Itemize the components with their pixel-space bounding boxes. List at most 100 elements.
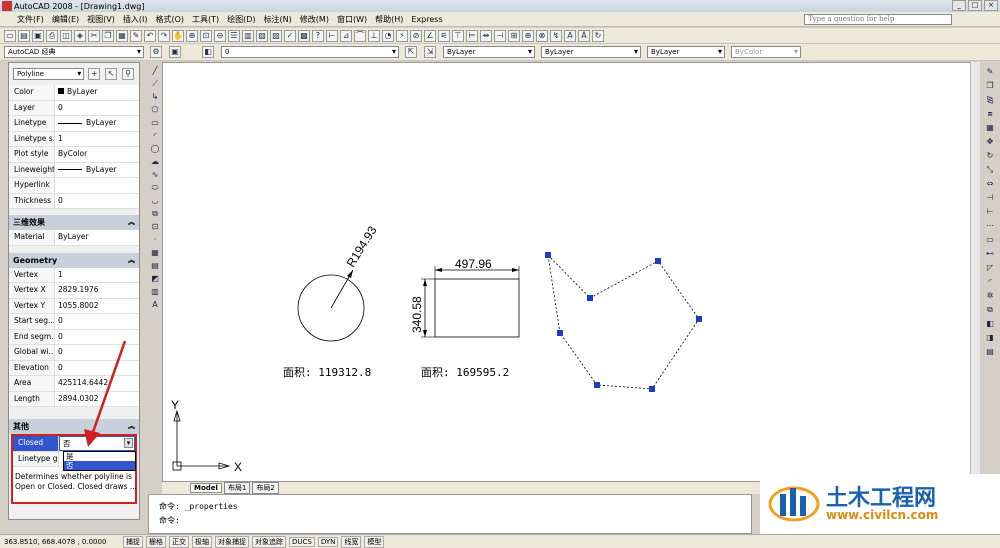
grip-7[interactable] — [557, 330, 563, 336]
grip-5[interactable] — [649, 386, 655, 392]
grip-1[interactable] — [545, 252, 551, 258]
model-toggle[interactable]: 模型 — [364, 535, 385, 548]
dim-baseline-icon[interactable]: ⊤ — [452, 30, 464, 42]
open-icon[interactable]: ▤ — [18, 30, 30, 42]
minimize-button[interactable]: _ — [952, 0, 966, 11]
select-objects-icon[interactable]: ↖ — [105, 68, 118, 80]
maximize-button[interactable]: □ — [968, 0, 982, 11]
workspace-select[interactable]: AutoCAD 经典 — [4, 46, 144, 58]
array-icon[interactable]: ▦ — [984, 122, 996, 134]
point-icon[interactable]: · — [150, 235, 161, 246]
quick-select-icon[interactable]: ⚲ — [122, 68, 134, 80]
prop-row-linetype-scale[interactable]: Linetype s...1 — [9, 131, 139, 147]
vertical-scrollbar[interactable] — [970, 62, 980, 482]
rectangle-icon[interactable]: ▭ — [150, 118, 161, 129]
ducs-toggle[interactable]: DUCS — [289, 536, 315, 547]
plotstyle-select[interactable]: ByColor — [731, 46, 801, 58]
selected-polyline[interactable] — [547, 253, 700, 390]
dyn-toggle[interactable]: DYN — [317, 536, 339, 547]
bring-front-icon[interactable]: ◧ — [984, 318, 996, 330]
prop-row-start-segment[interactable]: Start seg... 0 — [9, 314, 139, 330]
save-icon[interactable]: ▣ — [32, 30, 44, 42]
prop-row-layer[interactable]: Layer 0 — [9, 100, 139, 116]
prop-row-linetype[interactable]: Linetype ByLayer — [9, 116, 139, 132]
revision-cloud-icon[interactable]: ☁ — [150, 157, 161, 168]
fillet-icon[interactable]: ◜ — [984, 276, 996, 288]
scale-icon[interactable]: ⤡ — [984, 164, 996, 176]
extend-icon[interactable]: ⊢ — [984, 206, 996, 218]
workspace-save-icon[interactable]: ▣ — [169, 46, 181, 58]
mirror-icon[interactable]: ⧎ — [984, 94, 996, 106]
zoom-window-icon[interactable]: ⊡ — [200, 30, 212, 42]
menu-dimension[interactable]: 标注(N) — [263, 14, 293, 25]
match-icon[interactable]: ✎ — [130, 30, 142, 42]
section-geometry[interactable]: Geometry — [9, 252, 139, 268]
rotate-icon[interactable]: ↻ — [984, 150, 996, 162]
help-search-input[interactable]: Type a question for help — [804, 14, 952, 25]
prop-row-plot-style[interactable]: Plot style ByColor — [9, 147, 139, 163]
plot-icon[interactable]: ⎙ — [46, 30, 58, 42]
center-mark-icon[interactable]: ⊕ — [522, 30, 534, 42]
grid-toggle[interactable]: 栅格 — [146, 535, 166, 548]
dropdown-option-no[interactable]: 否 — [64, 461, 135, 470]
polyline-icon[interactable]: ↳ — [150, 92, 161, 103]
send-back-icon[interactable]: ◨ — [984, 332, 996, 344]
dim-update-icon[interactable]: ↻ — [592, 30, 604, 42]
menu-view[interactable]: 视图(V) — [86, 14, 116, 25]
undo-icon[interactable]: ↶ — [144, 30, 156, 42]
polar-toggle[interactable]: 极轴 — [192, 535, 212, 548]
ellipse-arc-icon[interactable]: ◡ — [150, 196, 161, 207]
menu-format[interactable]: 格式(O) — [154, 14, 185, 25]
tolerance-icon[interactable]: ⊞ — [508, 30, 520, 42]
prop-row-lineweight[interactable]: Lineweight ByLayer — [9, 162, 139, 178]
zoom-previous-icon[interactable]: ⊖ — [214, 30, 226, 42]
prop-row-vertex[interactable]: Vertex 1 — [9, 267, 139, 283]
circle-icon[interactable]: ◯ — [150, 144, 161, 155]
prop-row-thickness[interactable]: Thickness 0 — [9, 193, 139, 209]
dim-diameter-icon[interactable]: ⊘ — [410, 30, 422, 42]
menu-file[interactable]: 文件(F) — [16, 14, 45, 25]
toggle-pickadd-icon[interactable]: + — [88, 68, 101, 80]
prop-row-color[interactable]: Color ByLayer — [9, 85, 139, 101]
snap-toggle[interactable]: 捕捉 — [123, 535, 143, 548]
gradient-icon[interactable]: ▤ — [150, 261, 161, 272]
insert-block-icon[interactable]: ⧉ — [150, 209, 161, 220]
tool-palettes-icon[interactable]: ▧ — [256, 30, 268, 42]
menu-window[interactable]: 窗口(W) — [336, 14, 368, 25]
draworder-icon[interactable]: ⧉ — [984, 304, 996, 316]
region-icon[interactable]: ◩ — [150, 274, 161, 285]
tab-layout2[interactable]: 布局2 — [252, 482, 279, 494]
design-center-icon[interactable]: ▥ — [242, 30, 254, 42]
menu-express[interactable]: Express — [410, 15, 443, 24]
layer-manager-icon[interactable]: ◧ — [202, 46, 214, 58]
copy-object-icon[interactable]: ❐ — [984, 80, 996, 92]
grip-2[interactable] — [587, 295, 593, 301]
erase-icon[interactable]: ✎ — [984, 66, 996, 78]
preview-icon[interactable]: ◫ — [60, 30, 72, 42]
publish-icon[interactable]: ◈ — [74, 30, 86, 42]
pan-icon[interactable]: ✋ — [172, 30, 184, 42]
join-icon[interactable]: ⊷ — [984, 248, 996, 260]
paste-icon[interactable]: ▦ — [116, 30, 128, 42]
inspect-icon[interactable]: ⊗ — [536, 30, 548, 42]
calculator-icon[interactable]: ▩ — [298, 30, 310, 42]
rectangle-entity[interactable] — [434, 278, 520, 338]
line-icon[interactable]: ╱ — [150, 66, 161, 77]
stretch-icon[interactable]: ⇔ — [984, 178, 996, 190]
dim-aligned-icon[interactable]: ⊿ — [340, 30, 352, 42]
workspace-settings-icon[interactable]: ⚙ — [150, 46, 162, 58]
markup-icon[interactable]: ✓ — [284, 30, 296, 42]
object-type-select[interactable]: Polyline — [13, 68, 85, 80]
jogged-linear-icon[interactable]: ↯ — [550, 30, 562, 42]
dim-break-icon[interactable]: ⊣ — [494, 30, 506, 42]
dim-edit-icon[interactable]: A — [564, 30, 576, 42]
prop-row-material[interactable]: Material ByLayer — [9, 230, 139, 246]
layer-select[interactable]: 0 — [221, 46, 399, 58]
new-icon[interactable]: ▭ — [4, 30, 16, 42]
dim-radius-icon[interactable]: ◔ — [382, 30, 394, 42]
group-icon[interactable]: ▤ — [984, 346, 996, 358]
help-icon[interactable]: ? — [312, 30, 324, 42]
menu-insert[interactable]: 插入(I) — [122, 14, 149, 25]
command-prompt[interactable]: 命令: — [159, 515, 741, 529]
polygon-icon[interactable]: ⬠ — [150, 105, 161, 116]
